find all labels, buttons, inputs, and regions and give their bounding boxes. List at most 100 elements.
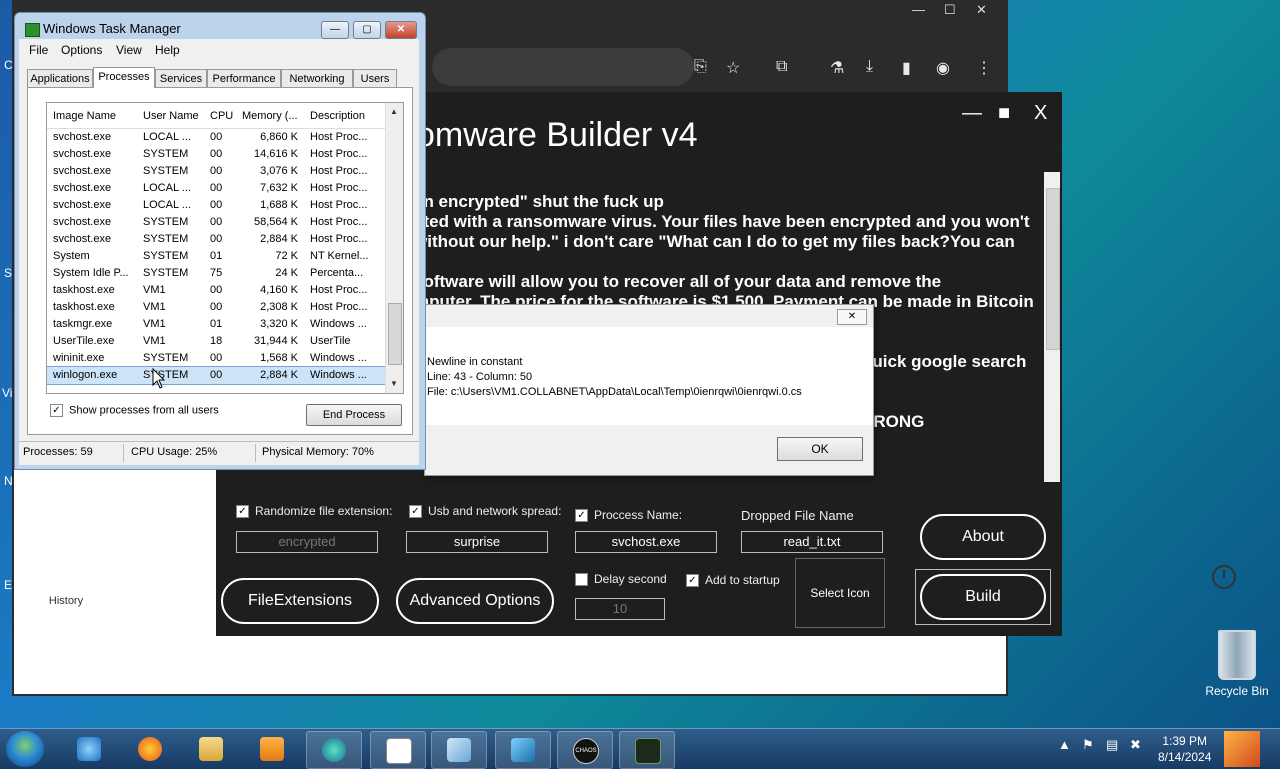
process-row[interactable]: System Idle P... SYSTEM 75 24 K Percenta... [47, 265, 385, 282]
process-row[interactable]: taskmgr.exe VM1 01 3,320 K Windows ... [47, 316, 385, 333]
taskbar-firefox[interactable] [123, 731, 177, 767]
process-row[interactable]: wininit.exe SYSTEM 00 1,568 K Windows ... [47, 350, 385, 367]
download-icon[interactable]: ⤓ [866, 58, 873, 76]
show-all-processes-option[interactable]: ✓ Show processes from all users [50, 404, 219, 417]
tab-networking[interactable]: Networking [281, 69, 353, 89]
tab-users[interactable]: Users [353, 69, 397, 89]
install-app-icon[interactable]: ⎘ [694, 58, 707, 76]
builder-minimize-button[interactable]: — [962, 102, 982, 125]
process-name-checkbox[interactable]: ✓ [575, 509, 588, 523]
taskbar-file-explorer[interactable] [184, 731, 238, 767]
recycle-bin[interactable]: Recycle Bin [1204, 630, 1270, 698]
side-panel-icon[interactable]: ▮ [902, 58, 911, 78]
about-button[interactable]: About [920, 514, 1046, 560]
randomize-extension-checkbox[interactable]: ✓ [236, 505, 249, 519]
browser-menu-icon[interactable]: ⋮ [976, 58, 992, 78]
build-button[interactable]: Build [920, 574, 1046, 620]
history-button[interactable]: History [36, 561, 1236, 607]
taskbar-network[interactable] [495, 731, 551, 769]
menu-options[interactable]: Options [61, 43, 102, 57]
col-user-name[interactable]: User Name [143, 110, 199, 122]
process-row[interactable]: svchost.exe LOCAL ... 00 7,632 K Host Proc..… [47, 180, 385, 197]
action-center-flag-icon[interactable]: ⚑ [1082, 737, 1094, 753]
bookmark-star-icon[interactable]: ☆ [726, 58, 740, 78]
taskbar-task-manager[interactable] [619, 731, 675, 769]
taskbar-chaos-builder[interactable]: CHAOS [557, 731, 613, 769]
usb-spread-option[interactable]: ✓ Usb and network spread: [409, 504, 561, 519]
tm-close-button[interactable]: ✕ [385, 21, 417, 39]
menu-help[interactable]: Help [155, 43, 180, 57]
process-row[interactable]: winlogon.exe SYSTEM 00 2,884 K Windows ... [47, 366, 386, 385]
process-cell: 75 [210, 267, 223, 279]
process-row[interactable]: svchost.exe SYSTEM 00 58,564 K Host Proc... [47, 214, 385, 231]
advanced-options-button[interactable]: Advanced Options [396, 578, 554, 624]
scroll-down-arrow-icon[interactable]: ▼ [390, 379, 398, 388]
file-extensions-button[interactable]: FileExtensions [221, 578, 379, 624]
delay-field[interactable]: 10 [575, 598, 665, 620]
builder-close-button[interactable]: X [1034, 102, 1047, 125]
menu-file[interactable]: File [29, 43, 48, 57]
browser-minimize-button[interactable]: — [912, 2, 925, 17]
note-scrollbar[interactable] [1044, 172, 1060, 482]
taskbar-clock[interactable]: 1:39 PM 8/14/2024 [1158, 733, 1211, 765]
process-row[interactable]: svchost.exe LOCAL ... 00 6,860 K Host Proc..… [47, 129, 385, 146]
show-desktop-button[interactable] [1224, 731, 1260, 767]
randomize-extension-option[interactable]: ✓ Randomize file extension: [236, 504, 392, 519]
tab-performance[interactable]: Performance [207, 69, 281, 89]
process-row[interactable]: System SYSTEM 01 72 K NT Kernel... [47, 248, 385, 265]
ok-button[interactable]: OK [777, 437, 863, 461]
process-row[interactable]: svchost.exe SYSTEM 00 3,076 K Host Proc... [47, 163, 385, 180]
col-image-name[interactable]: Image Name [53, 110, 116, 122]
col-cpu[interactable]: CPU [210, 110, 233, 122]
usb-spread-checkbox[interactable]: ✓ [409, 505, 422, 519]
note-scrollbar-thumb[interactable] [1046, 188, 1060, 350]
menu-view[interactable]: View [116, 43, 142, 57]
usb-spread-field[interactable]: surprise [406, 531, 548, 553]
startup-checkbox[interactable]: ✓ [686, 574, 699, 588]
show-all-checkbox[interactable]: ✓ [50, 404, 63, 417]
delay-checkbox[interactable] [575, 573, 588, 587]
labs-icon[interactable]: ⚗ [830, 58, 844, 78]
tm-maximize-button[interactable]: ▢ [353, 21, 381, 39]
process-row[interactable]: taskhost.exe VM1 00 4,160 K Host Proc... [47, 282, 385, 299]
process-row[interactable]: UserTile.exe VM1 18 31,944 K UserTile [47, 333, 385, 350]
taskbar-paint[interactable] [431, 731, 487, 769]
delay-option[interactable]: Delay second [575, 572, 667, 587]
taskbar-edge[interactable] [306, 731, 362, 769]
startup-option[interactable]: ✓ Add to startup [686, 573, 780, 588]
process-name-field[interactable]: svchost.exe [575, 531, 717, 553]
col-description[interactable]: Description [310, 110, 365, 122]
process-list-scrollbar[interactable]: ▲ ▼ [385, 103, 403, 393]
tm-minimize-button[interactable]: — [321, 21, 349, 39]
taskbar-media-player[interactable] [245, 731, 299, 767]
tab-services[interactable]: Services [155, 69, 207, 89]
extensions-icon[interactable]: ⧉ [776, 58, 787, 76]
builder-maximize-button[interactable]: ■ [998, 102, 1010, 125]
browser-maximize-button[interactable]: ☐ [944, 2, 956, 18]
process-list[interactable]: Image Name User Name CPU Memory (... Des… [46, 102, 404, 394]
end-process-button[interactable]: End Process [306, 404, 402, 426]
process-row[interactable]: svchost.exe LOCAL ... 00 1,688 K Host Proc..… [47, 197, 385, 214]
taskbar-notepad[interactable] [370, 731, 426, 769]
select-icon-button[interactable]: Select Icon [795, 558, 885, 628]
process-name-option[interactable]: ✓ Proccess Name: [575, 508, 682, 523]
dialog-close-button[interactable]: ✕ [837, 309, 867, 325]
process-row[interactable]: svchost.exe SYSTEM 00 2,884 K Host Proc... [47, 231, 385, 248]
tab-processes[interactable]: Processes [93, 67, 155, 88]
process-row[interactable]: taskhost.exe VM1 00 2,308 K Host Proc... [47, 299, 385, 316]
volume-muted-icon[interactable]: ✖ [1130, 737, 1141, 753]
show-hidden-icons-icon[interactable]: ▲ [1058, 737, 1071, 752]
taskbar-internet-explorer[interactable] [62, 731, 116, 767]
tab-applications[interactable]: Applications [27, 69, 93, 89]
process-row[interactable]: svchost.exe SYSTEM 00 14,616 K Host Proc... [47, 146, 385, 163]
start-button[interactable] [6, 731, 44, 767]
network-tray-icon[interactable]: ▤ [1106, 737, 1118, 753]
col-memory[interactable]: Memory (... [242, 110, 298, 122]
browser-close-button[interactable]: ✕ [976, 2, 987, 18]
extension-field[interactable]: encrypted [236, 531, 378, 553]
scroll-up-arrow-icon[interactable]: ▲ [390, 107, 398, 116]
address-bar[interactable] [432, 48, 694, 86]
profile-avatar-icon[interactable]: ◉ [936, 58, 950, 78]
dropped-file-field[interactable]: read_it.txt [741, 531, 883, 553]
process-list-scroll-thumb[interactable] [388, 303, 402, 365]
